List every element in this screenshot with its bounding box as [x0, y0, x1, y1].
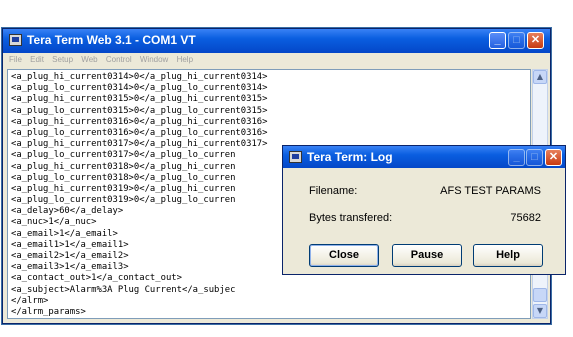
filename-label: Filename: [309, 185, 358, 197]
menu-help[interactable]: Help [177, 55, 193, 64]
terminal-line: <a_plug_hi_current0315>0</a_plug_hi_curr… [11, 94, 268, 105]
help-button[interactable]: Help [473, 244, 543, 267]
pause-button[interactable]: Pause [392, 244, 462, 267]
terminal-line: </wti_config> [11, 318, 530, 319]
maximize-icon[interactable]: □ [526, 149, 543, 166]
log-dialog-title: Tera Term: Log [307, 150, 393, 164]
minimize-icon[interactable]: _ [508, 149, 525, 166]
close-button[interactable]: Close [309, 244, 379, 267]
scroll-up-icon[interactable]: ▲ [533, 70, 547, 84]
tera-term-app-icon[interactable] [9, 34, 22, 46]
terminal-line: <a_contact_out>1</a_contact_out> [11, 273, 182, 284]
close-icon[interactable]: ✕ [527, 32, 544, 49]
scroll-thumb[interactable] [533, 288, 547, 302]
tera-term-app-icon[interactable] [289, 151, 302, 163]
terminal-line: </alrm> [11, 295, 49, 306]
filename-value: AFS TEST PARAMS [440, 185, 541, 197]
menu-web[interactable]: Web [81, 55, 97, 64]
menu-window[interactable]: Window [140, 55, 168, 64]
terminal-line: <a_plug_hi_current0314>0</a_plug_hi_curr… [11, 72, 268, 82]
minimize-icon[interactable]: _ [489, 32, 506, 49]
menu-bar: File Edit Setup Web Control Window Help [3, 53, 550, 67]
terminal-line: <a_subject>Alarm%3A Plug Current</a_subj… [11, 284, 236, 295]
main-window-title: Tera Term Web 3.1 - COM1 VT [27, 33, 196, 47]
menu-file[interactable]: File [9, 55, 22, 64]
close-icon[interactable]: ✕ [545, 149, 562, 166]
scroll-down-icon[interactable]: ▼ [533, 304, 547, 318]
maximize-icon[interactable]: □ [508, 32, 525, 49]
menu-edit[interactable]: Edit [30, 55, 44, 64]
bytes-transferred-value: 75682 [510, 212, 541, 224]
terminal-line: <a_plug_lo_current0315>0</a_plug_lo_curr… [11, 105, 268, 116]
terminal-line: <a_plug_lo_current0314>0</a_plug_lo_curr… [11, 83, 268, 94]
menu-control[interactable]: Control [106, 55, 132, 64]
main-titlebar[interactable]: Tera Term Web 3.1 - COM1 VT _ □ ✕ [3, 29, 550, 53]
terminal-line: <a_plug_lo_current0316>0</a_plug_lo_curr… [11, 127, 268, 138]
menu-setup[interactable]: Setup [52, 55, 73, 64]
terminal-line: <a_plug_hi_current0316>0</a_plug_hi_curr… [11, 116, 268, 127]
log-dialog-titlebar[interactable]: Tera Term: Log _ □ ✕ [283, 146, 565, 168]
bytes-transferred-label: Bytes transfered: [309, 212, 393, 224]
log-dialog: Tera Term: Log _ □ ✕ Filename: AFS TEST … [282, 145, 566, 275]
terminal-line: </alrm_params> [11, 306, 86, 317]
